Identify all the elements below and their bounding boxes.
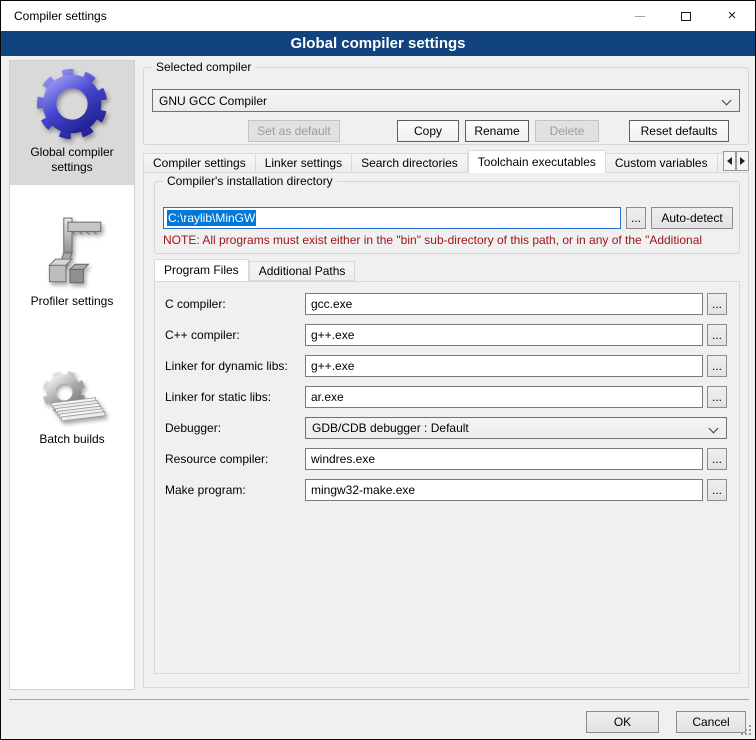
- browse-directory-button[interactable]: ...: [626, 207, 646, 229]
- browse-button[interactable]: ...: [707, 355, 727, 377]
- resource-compiler-input[interactable]: [305, 448, 703, 470]
- minimize-button[interactable]: [617, 1, 663, 31]
- tab-linker-settings[interactable]: Linker settings: [256, 153, 352, 173]
- tab-scroll-buttons: [723, 151, 749, 171]
- cancel-button[interactable]: Cancel: [676, 711, 746, 733]
- sidebar-item-label: Global compiler settings: [16, 145, 128, 175]
- linker-static-input[interactable]: [305, 386, 703, 408]
- minimize-icon: [635, 16, 645, 17]
- field-label: Debugger:: [165, 417, 221, 439]
- dialog-header-banner: Global compiler settings: [1, 31, 755, 56]
- toolchain-executables-panel: Compiler's installation directory C:\ray…: [143, 172, 749, 688]
- title-bar[interactable]: Compiler settings ×: [1, 1, 755, 31]
- chevron-down-icon: [722, 96, 732, 106]
- debugger-select-value: GDB/CDB debugger : Default: [312, 421, 469, 435]
- close-button[interactable]: ×: [709, 1, 755, 31]
- set-as-default-button[interactable]: Set as default: [248, 120, 340, 142]
- caliper-icon: [39, 216, 105, 294]
- installation-directory-group: Compiler's installation directory C:\ray…: [154, 181, 740, 254]
- resize-grip[interactable]: [741, 725, 751, 735]
- field-row-debugger: Debugger: GDB/CDB debugger : Default: [155, 417, 739, 439]
- settings-tab-bar: Compiler settings Linker settings Search…: [143, 150, 723, 173]
- field-label: C++ compiler:: [165, 324, 240, 346]
- field-label: Make program:: [165, 479, 246, 501]
- maximize-icon: [681, 12, 691, 21]
- tab-toolchain-executables[interactable]: Toolchain executables: [468, 150, 606, 173]
- tab-program-files[interactable]: Program Files: [154, 259, 249, 281]
- tab-scroll-left-button[interactable]: [723, 151, 736, 171]
- blue-gear-icon: [33, 65, 111, 143]
- browse-button[interactable]: ...: [707, 448, 727, 470]
- program-files-tab-bar: Program Files Additional Paths: [154, 259, 355, 281]
- sidebar-item-label: Batch builds: [16, 432, 128, 447]
- delete-button[interactable]: Delete: [535, 120, 599, 142]
- tab-scroll-right-icon: [740, 157, 745, 165]
- settings-category-list: Global compiler settings Profiler settin…: [9, 60, 135, 690]
- browse-button[interactable]: ...: [707, 479, 727, 501]
- program-files-panel: C compiler: ... C++ compiler: ... Linker…: [154, 281, 740, 674]
- make-program-input[interactable]: [305, 479, 703, 501]
- installation-directory-input[interactable]: C:\raylib\MinGW: [163, 207, 621, 229]
- tab-scroll-right-button[interactable]: [736, 151, 749, 171]
- field-label: Linker for static libs:: [165, 386, 271, 408]
- group-legend: Selected compiler: [152, 60, 255, 75]
- field-label: C compiler:: [165, 293, 226, 315]
- installation-directory-value: C:\raylib\MinGW: [167, 210, 256, 226]
- selected-compiler-group: Selected compiler GNU GCC Compiler Set a…: [143, 67, 749, 145]
- field-label: Linker for dynamic libs:: [165, 355, 288, 377]
- sidebar-item-label: Profiler settings: [16, 294, 128, 309]
- tab-custom-variables[interactable]: Custom variables: [606, 153, 718, 173]
- auto-detect-button[interactable]: Auto-detect: [651, 207, 733, 229]
- footer-divider: [9, 699, 749, 700]
- c-compiler-input[interactable]: [305, 293, 703, 315]
- reset-defaults-button[interactable]: Reset defaults: [629, 120, 729, 142]
- field-label: Resource compiler:: [165, 448, 268, 470]
- chevron-down-icon: [709, 424, 719, 434]
- batch-builds-gear-stack-icon: [37, 366, 107, 432]
- browse-button[interactable]: ...: [707, 386, 727, 408]
- bin-subdirectory-note: NOTE: All programs must exist either in …: [163, 233, 737, 247]
- sidebar-item-batch-builds[interactable]: Batch builds: [10, 339, 134, 451]
- field-row-resource-compiler: Resource compiler: ...: [155, 448, 739, 470]
- window-controls: ×: [617, 1, 755, 31]
- maximize-button[interactable]: [663, 1, 709, 31]
- window-title: Compiler settings: [14, 1, 107, 31]
- field-row-linker-dynamic: Linker for dynamic libs: ...: [155, 355, 739, 377]
- tab-search-directories[interactable]: Search directories: [352, 153, 468, 173]
- field-row-c-compiler: C compiler: ...: [155, 293, 739, 315]
- sidebar-item-global-compiler-settings[interactable]: Global compiler settings: [10, 61, 134, 185]
- compiler-select[interactable]: GNU GCC Compiler: [152, 89, 740, 112]
- tab-scroll-left-icon: [727, 157, 732, 165]
- tab-compiler-settings[interactable]: Compiler settings: [143, 153, 256, 173]
- sidebar-item-profiler-settings[interactable]: Profiler settings: [10, 197, 134, 315]
- rename-button[interactable]: Rename: [465, 120, 529, 142]
- tab-additional-paths[interactable]: Additional Paths: [249, 261, 356, 281]
- browse-button[interactable]: ...: [707, 324, 727, 346]
- compiler-settings-dialog: Compiler settings × Global compiler sett…: [0, 0, 756, 740]
- group-legend: Compiler's installation directory: [163, 174, 337, 189]
- debugger-select[interactable]: GDB/CDB debugger : Default: [305, 417, 727, 439]
- close-icon: ×: [728, 1, 737, 31]
- field-row-linker-static: Linker for static libs: ...: [155, 386, 739, 408]
- copy-button[interactable]: Copy: [397, 120, 459, 142]
- browse-button[interactable]: ...: [707, 293, 727, 315]
- linker-dynamic-input[interactable]: [305, 355, 703, 377]
- field-row-make-program: Make program: ...: [155, 479, 739, 501]
- ok-button[interactable]: OK: [586, 711, 659, 733]
- field-row-cpp-compiler: C++ compiler: ...: [155, 324, 739, 346]
- cpp-compiler-input[interactable]: [305, 324, 703, 346]
- compiler-select-value: GNU GCC Compiler: [159, 94, 267, 108]
